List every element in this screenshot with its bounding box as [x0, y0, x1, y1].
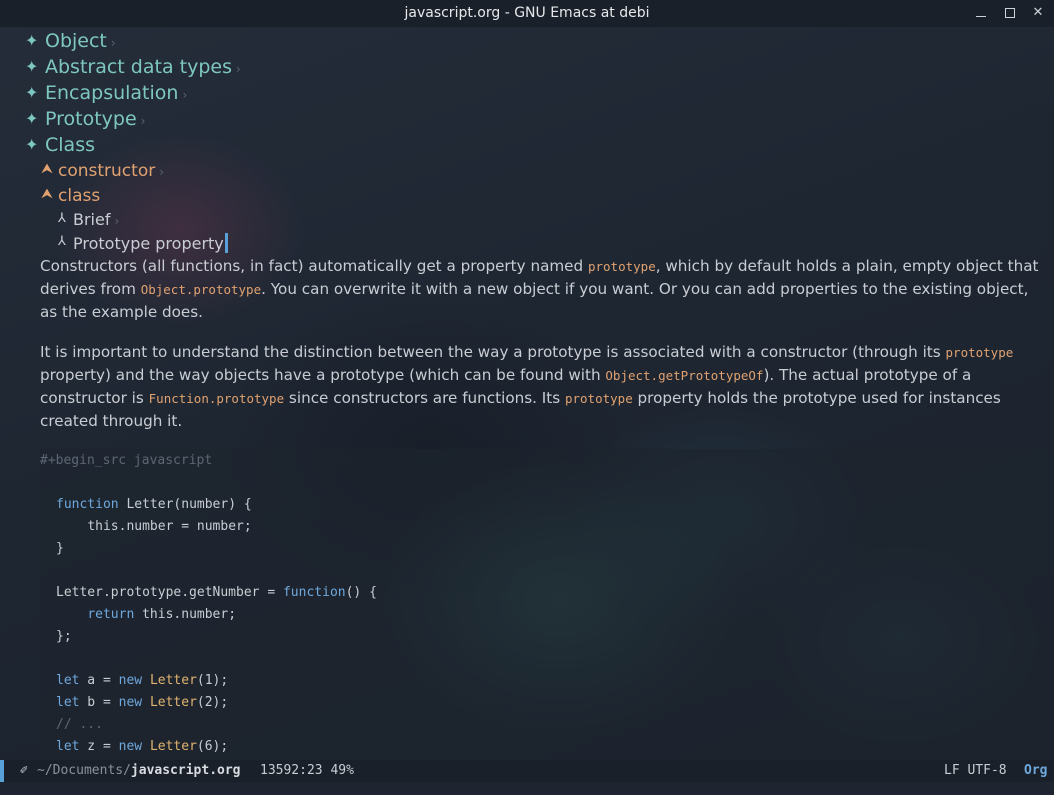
- heading-class-sub[interactable]: ⮝ class: [41, 186, 101, 206]
- inline-code: prototype: [945, 345, 1014, 360]
- heading-constructor[interactable]: ⮝ constructor ›: [41, 161, 165, 181]
- encoding-indicator[interactable]: LF UTF-8: [944, 763, 1007, 778]
- cursor-position: 13592:23 49%: [260, 763, 354, 778]
- title-bar: javascript.org - GNU Emacs at debi ✕: [0, 0, 1054, 27]
- heading-bullet-icon: ⅄: [58, 211, 66, 226]
- fold-indicator-icon: ›: [140, 114, 146, 128]
- heading-bullet-icon: ✦: [25, 109, 39, 128]
- heading-label: Class: [45, 134, 95, 156]
- code-line: };: [56, 629, 72, 644]
- close-icon[interactable]: ✕: [1029, 4, 1047, 22]
- heading-bullet-icon: ✦: [25, 83, 39, 102]
- code-line: function Letter(number) {: [56, 497, 252, 512]
- minibuffer[interactable]: [0, 782, 1054, 795]
- heading-label: Prototype property: [73, 234, 224, 253]
- inline-code: prototype: [587, 259, 656, 274]
- path-directory: ~/Documents/: [37, 763, 131, 778]
- paragraph-text: since constructors are functions. Its: [284, 389, 565, 407]
- source-block[interactable]: [40, 449, 1054, 759]
- heading-label: Object: [45, 30, 107, 52]
- minimize-icon[interactable]: [972, 4, 990, 22]
- heading-prototype-property[interactable]: ⅄ Prototype property: [58, 233, 228, 253]
- mode-line: ✐ ~/Documents/javascript.org 13592:23 49…: [0, 760, 1054, 782]
- code-line: return this.number;: [87, 607, 237, 622]
- fold-indicator-icon: ›: [159, 165, 165, 179]
- inline-code: prototype: [564, 391, 633, 406]
- path-filename: javascript.org: [130, 763, 241, 778]
- fold-indicator-icon: ›: [235, 62, 241, 76]
- window-title: javascript.org - GNU Emacs at debi: [404, 5, 650, 21]
- fold-indicator-icon: ›: [110, 36, 116, 50]
- code-line: // ...: [56, 717, 103, 732]
- paragraph-text: Constructors (all functions, in fact) au…: [40, 257, 588, 275]
- fold-indicator-icon: ›: [182, 88, 188, 102]
- body-paragraph: Constructors (all functions, in fact) au…: [40, 255, 1045, 323]
- heading-label: Abstract data types: [45, 56, 232, 78]
- heading-label: Prototype: [45, 108, 137, 130]
- heading-label: class: [58, 186, 101, 206]
- emacs-icon: ✐: [20, 763, 28, 778]
- heading-bullet-icon: ⅄: [58, 234, 66, 249]
- heading-class[interactable]: ✦ Class: [25, 134, 95, 156]
- paragraph-text: It is important to understand the distin…: [40, 343, 946, 361]
- code-line: Letter.prototype.getNumber = function() …: [56, 585, 377, 600]
- buffer-file-path: ~/Documents/javascript.org: [37, 763, 241, 778]
- org-buffer[interactable]: ✦ Object › ✦ Abstract data types › ✦ Encap…: [0, 27, 1054, 760]
- heading-brief[interactable]: ⅄ Brief ›: [58, 210, 120, 229]
- heading-bullet-icon: ✦: [25, 57, 39, 76]
- fold-indicator-icon: ›: [114, 214, 120, 228]
- maximize-icon[interactable]: [1001, 4, 1019, 22]
- mode-line-indicator: [0, 760, 4, 782]
- src-block-header: #+begin_src javascript: [40, 453, 213, 468]
- heading-bullet-icon: ⮝: [41, 186, 53, 202]
- heading-label: Encapsulation: [45, 82, 179, 104]
- code-line: let b = new Letter(2);: [56, 695, 229, 710]
- heading-bullet-icon: ✦: [25, 31, 39, 50]
- heading-abstract-data-types[interactable]: ✦ Abstract data types ›: [25, 56, 241, 78]
- paragraph-text: property) and the way objects have a pro…: [40, 366, 606, 384]
- heading-encapsulation[interactable]: ✦ Encapsulation ›: [25, 82, 188, 104]
- heading-bullet-icon: ⮝: [41, 161, 53, 177]
- text-cursor: [224, 233, 228, 253]
- heading-object[interactable]: ✦ Object ›: [25, 30, 116, 52]
- heading-label: constructor: [58, 161, 156, 181]
- heading-label: Brief: [73, 210, 111, 229]
- inline-code: Object.prototype: [140, 282, 262, 297]
- heading-bullet-icon: ✦: [25, 135, 39, 154]
- code-line: }: [56, 541, 64, 556]
- inline-code: Function.prototype: [148, 391, 285, 406]
- body-paragraph: It is important to understand the distin…: [40, 341, 1045, 432]
- major-mode-indicator[interactable]: Org: [1024, 763, 1047, 778]
- heading-prototype[interactable]: ✦ Prototype ›: [25, 108, 146, 130]
- code-line: let z = new Letter(6);: [56, 739, 229, 754]
- code-line: this.number = number;: [87, 519, 252, 534]
- code-line: let a = new Letter(1);: [56, 673, 229, 688]
- inline-code: Object.getPrototypeOf: [605, 368, 764, 383]
